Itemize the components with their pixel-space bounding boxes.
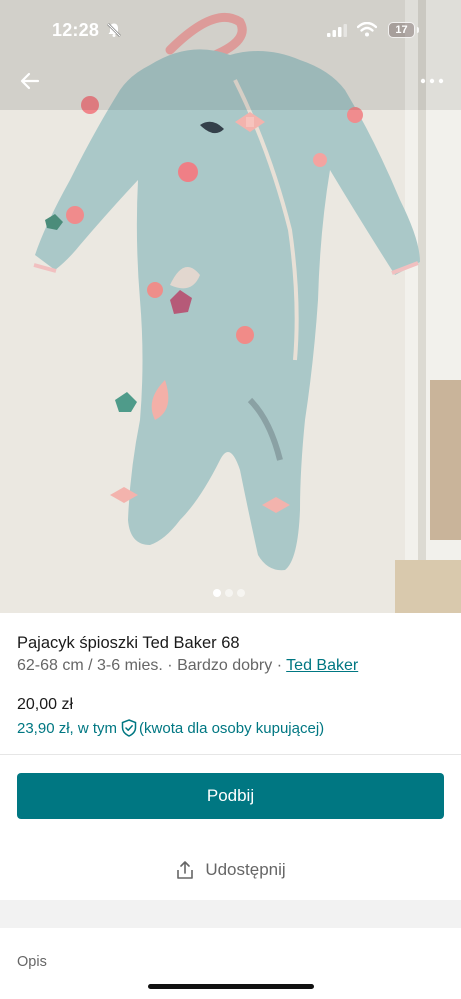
back-button[interactable]	[18, 68, 44, 94]
bump-button[interactable]: Podbij	[17, 773, 444, 819]
pagination-dot-active[interactable]	[213, 589, 221, 597]
item-details: 62-68 cm / 3-6 mies. · Bardzo dobry · Te…	[17, 657, 358, 675]
description-heading: Opis	[17, 954, 47, 970]
more-button[interactable]	[418, 68, 446, 94]
section-separator	[0, 900, 461, 928]
item-condition: Bardzo dobry	[177, 657, 273, 674]
home-indicator[interactable]	[148, 984, 314, 989]
romper-photo-illustration	[0, 0, 461, 613]
share-button[interactable]: Udostępnij	[0, 853, 461, 887]
total-price: 23,90 zł, w tym	[17, 719, 118, 737]
item-size: 62-68 cm / 3-6 mies.	[17, 657, 163, 674]
share-label: Udostępnij	[205, 860, 286, 879]
more-icon	[420, 78, 444, 84]
brand-link[interactable]: Ted Baker	[286, 657, 358, 674]
status-bar: 12:28 17	[0, 0, 461, 60]
bell-muted-icon	[106, 22, 122, 43]
signal-icon	[327, 24, 347, 42]
item-price: 20,00 zł	[17, 696, 74, 713]
divider	[0, 754, 461, 755]
battery-icon: 17	[388, 22, 415, 38]
buyer-protection-text: (kwota dla osoby kupującej)	[139, 719, 325, 737]
wifi-icon	[356, 21, 378, 42]
battery-tip	[417, 27, 419, 33]
product-photo[interactable]	[0, 0, 461, 613]
pagination-dot[interactable]	[225, 589, 233, 597]
status-time: 12:28	[52, 20, 100, 40]
shield-check-icon	[121, 719, 137, 737]
back-arrow-icon	[20, 72, 40, 90]
item-title: Pajacyk śpioszki Ted Baker 68	[17, 634, 240, 652]
separator: ·	[167, 657, 173, 674]
pagination-dot[interactable]	[237, 589, 245, 597]
share-icon	[177, 861, 194, 879]
separator: ·	[276, 657, 283, 674]
buyer-price-info[interactable]: 23,90 zł, w tym (kwota dla osoby kupując…	[17, 719, 324, 737]
gallery-pagination	[213, 589, 245, 597]
